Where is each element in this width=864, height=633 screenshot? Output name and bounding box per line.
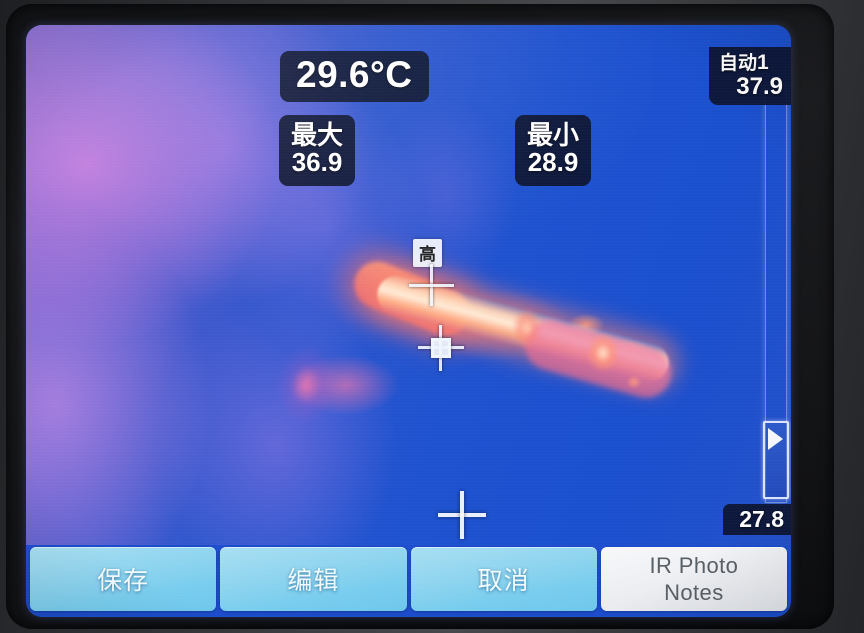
max-temperature-value: 36.9 <box>291 147 343 178</box>
center-spot-marker[interactable] <box>418 325 464 371</box>
thermal-hotspot-a <box>586 333 620 373</box>
spot-high-label: 高 <box>413 239 442 267</box>
action-button-bar: 保存 编辑 取消 IR Photo Notes <box>26 545 791 617</box>
scale-high-value: 37.9 <box>736 73 783 101</box>
max-temperature-badge: 最大 36.9 <box>279 115 356 186</box>
thermal-camera-device: 29.6°C 最大 36.9 最小 28.9 自动1 37.9 27.8 高 保… <box>0 0 864 633</box>
scale-range-marker[interactable] <box>763 421 789 499</box>
lower-crosshair-marker[interactable] <box>438 491 486 539</box>
min-temperature-badge: 最小 28.9 <box>515 115 592 186</box>
save-button[interactable]: 保存 <box>30 547 217 611</box>
auto-mode-badge[interactable]: 自动1 37.9 <box>709 47 791 106</box>
scale-marker-arrow-icon <box>768 428 783 450</box>
auto-mode-index: 1 <box>757 51 769 74</box>
scale-low-value: 27.8 <box>723 504 791 536</box>
cancel-button[interactable]: 取消 <box>410 547 597 611</box>
min-temperature-value: 28.9 <box>527 147 579 178</box>
edit-button[interactable]: 编辑 <box>220 547 407 611</box>
camera-screen: 29.6°C 最大 36.9 最小 28.9 自动1 37.9 27.8 高 保… <box>26 25 791 617</box>
thermal-hotspot-c <box>626 375 642 389</box>
device-bezel: 29.6°C 最大 36.9 最小 28.9 自动1 37.9 27.8 高 保… <box>6 4 834 629</box>
spot-high-crosshair-icon <box>409 284 454 287</box>
lower-crosshair-vertical-icon <box>460 491 464 539</box>
center-marker-box-icon <box>431 338 451 358</box>
thermal-hotspot-b <box>512 308 542 348</box>
center-temperature-readout: 29.6°C <box>280 51 429 102</box>
auto-mode-label: 自动 <box>719 53 758 74</box>
auto-mode-row: 自动1 <box>719 51 783 74</box>
max-temperature-label: 最大 <box>291 120 344 150</box>
spot-high-marker[interactable]: 高 <box>399 239 469 307</box>
ir-photo-notes-line1: IR Photo <box>649 552 739 578</box>
ir-photo-notes-line2: Notes <box>664 580 724 605</box>
ir-photo-notes-button[interactable]: IR Photo Notes <box>600 547 787 611</box>
min-temperature-label: 最小 <box>527 120 580 150</box>
